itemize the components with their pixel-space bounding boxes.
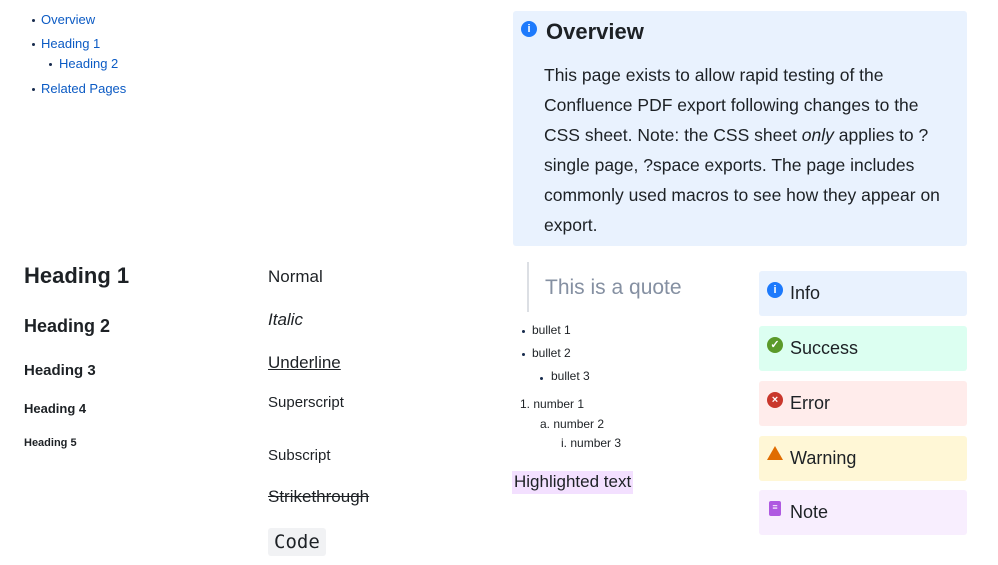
info-icon: i <box>521 21 537 37</box>
heading-4: Heading 4 <box>24 401 87 416</box>
code-text: Code <box>268 528 326 556</box>
heading-3: Heading 3 <box>24 362 96 379</box>
error-panel: × Error <box>759 381 967 426</box>
numbered-item: a. number 2 <box>540 417 605 431</box>
panel-label: Error <box>790 393 830 413</box>
overview-title: Overview <box>546 19 644 44</box>
bullet-item-nested: bullet 3 <box>551 369 590 383</box>
panel-label: Warning <box>790 448 857 468</box>
quote-border <box>527 262 529 312</box>
numbered-item: 1. number 1 <box>520 397 585 411</box>
note-panel: ≡ Note <box>759 490 967 535</box>
normal-text: Normal <box>268 267 323 286</box>
toc-link-overview[interactable]: Overview <box>41 12 95 27</box>
highlighted-text: Highlighted text <box>512 471 634 494</box>
info-icon: i <box>767 282 783 298</box>
toc-link-heading-1[interactable]: Heading 1 <box>41 36 100 51</box>
strikethrough-text: Strikethrough <box>268 487 370 506</box>
italic-text: Italic <box>268 310 303 329</box>
warning-icon <box>767 446 783 460</box>
success-panel: ✓ Success <box>759 326 967 371</box>
check-icon: ✓ <box>767 337 783 353</box>
warning-panel: Warning <box>759 436 967 481</box>
bullet-item: bullet 1 <box>532 323 571 337</box>
panel-label: Note <box>790 502 829 522</box>
heading-2: Heading 2 <box>24 316 111 336</box>
bullet-item: bullet 2 <box>532 346 571 360</box>
heading-5: Heading 5 <box>24 437 77 449</box>
overview-info-panel: i Overview This page exists to allow rap… <box>513 11 967 246</box>
subscript-text: Subscript <box>268 447 331 464</box>
blockquote: This is a quote <box>545 276 682 299</box>
note-icon: ≡ <box>769 501 781 516</box>
info-panel: i Info <box>759 271 967 316</box>
numbered-item: i. number 3 <box>561 436 622 450</box>
error-icon: × <box>767 392 783 408</box>
underline-text: Underline <box>268 353 341 372</box>
heading-1: Heading 1 <box>24 263 130 288</box>
superscript-text: Superscript <box>268 394 344 411</box>
panel-label: Info <box>790 283 821 303</box>
toc-link-related-pages[interactable]: Related Pages <box>41 81 126 96</box>
panel-label: Success <box>790 338 859 358</box>
toc-link-heading-2[interactable]: Heading 2 <box>59 56 118 71</box>
overview-body: This page exists to allow rapid testing … <box>544 65 940 235</box>
